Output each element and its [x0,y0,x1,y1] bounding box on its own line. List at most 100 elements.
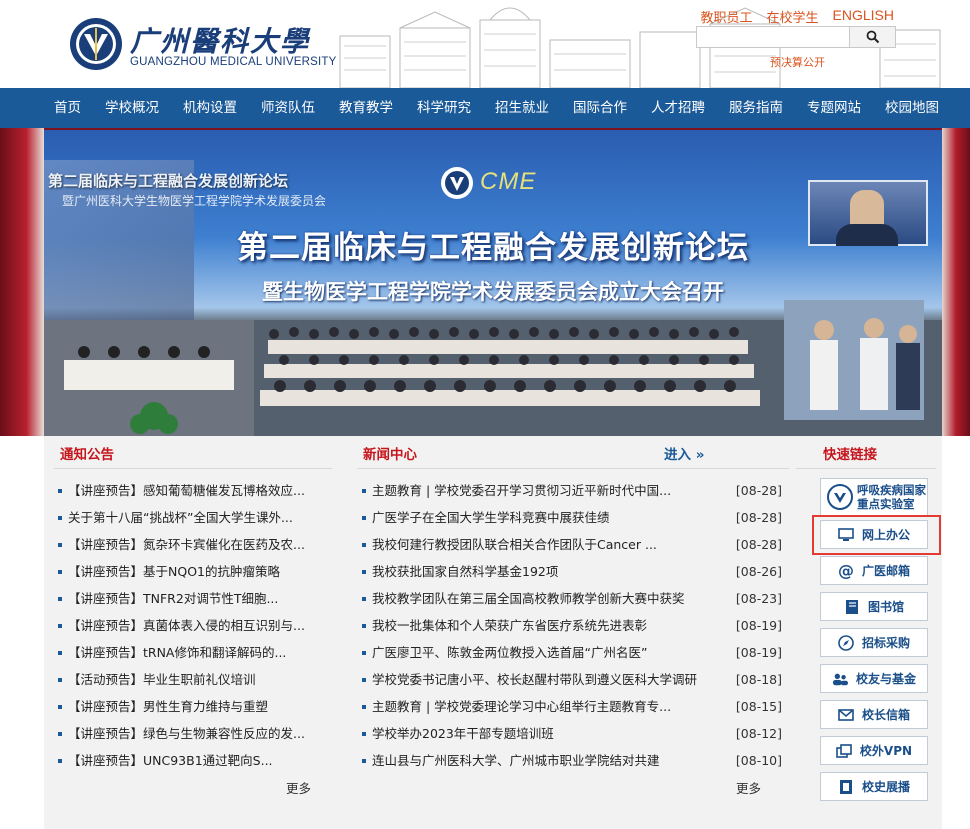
budget-disclosure-link[interactable]: 预决算公开 [770,54,825,70]
list-item[interactable]: 我校获批国家自然科学基金192项 [08-26] [362,558,782,585]
lab-label-line2: 重点实验室 [857,497,915,511]
at-icon: @ [837,561,854,580]
quick-link-respiratory-lab[interactable]: 呼吸疾病国家 重点实验室 [820,478,928,516]
quick-link-procurement[interactable]: 招标采购 [820,628,928,657]
bullet-icon [58,732,62,736]
bullet-icon [58,489,62,493]
bullet-icon [58,516,62,520]
list-item[interactable]: 我校教学团队在第三届全国高校教师教学创新大赛中获奖 [08-23] [362,585,782,612]
nav-admissions[interactable]: 招生就业 [483,88,561,128]
bullet-icon [362,543,366,547]
quick-links-title: 快速链接 [823,447,877,463]
nav-research[interactable]: 科学研究 [405,88,483,128]
quick-link-library[interactable]: 图书馆 [820,592,928,621]
quick-link-president-mailbox[interactable]: 校长信箱 [820,700,928,729]
banner-title: 第二届临床与工程融合发展创新论坛 [237,230,749,266]
list-item[interactable]: 关于第十八届“挑战杯”全国大学生课外... [58,504,320,531]
nav-special-sites[interactable]: 专题网站 [795,88,873,128]
bullet-icon [58,624,62,628]
notice-divider [54,468,332,469]
list-item[interactable]: 【讲座预告】tRNA修饰和翻译解码的... [58,639,320,666]
news-enter-link[interactable]: 进入 » [664,443,704,463]
bullet-icon [362,516,366,520]
bullet-icon [362,678,366,682]
list-item[interactable]: 【讲座预告】感知葡萄糖催发瓦博格效应... [58,477,320,504]
banner-slide[interactable]: 第二届临床与工程融合发展创新论坛 暨广州医科大学生物医学工程学院学术发展委员会 … [44,130,942,436]
nav-service-guide[interactable]: 服务指南 [717,88,795,128]
list-item[interactable]: 学校举办2023年干部专题培训班 [08-12] [362,720,782,747]
bullet-icon [58,759,62,763]
nav-international[interactable]: 国际合作 [561,88,639,128]
nav-recruitment[interactable]: 人才招聘 [639,88,717,128]
compass-icon [838,634,854,651]
notice-title: 通知公告 [60,447,114,463]
list-item[interactable]: 主题教育 | 学校党委理论学习中心组举行主题教育专... [08-15] [362,693,782,720]
book-icon [844,599,860,615]
list-item[interactable]: 广医廖卫平、陈敦金两位教授入选首届“广州名医” [08-19] [362,639,782,666]
news-title: 新闻中心 [363,447,417,463]
search-icon [866,30,879,44]
university-seal-icon [70,18,122,70]
people-icon [832,671,848,687]
list-item[interactable]: 【讲座预告】TNFR2对调节性T细胞... [58,585,320,612]
banner-side-left [0,128,44,436]
quick-link-history[interactable]: 校史展播 [820,772,928,801]
banner-award-photo [784,300,924,420]
banner-university-seal-icon [441,167,473,199]
mail-icon [838,707,854,723]
banner-inset-caption: 第二届临床与工程融合发展创新论坛 [48,172,289,190]
search-input[interactable] [696,26,850,48]
quick-links-divider [796,468,936,469]
top-links: 教职员工 在校学生 ENGLISH [701,7,895,26]
bullet-icon [362,597,366,601]
bullet-icon [362,489,366,493]
list-item[interactable]: 【讲座预告】氮杂环卡宾催化在医药及农... [58,531,320,558]
bullet-icon [58,678,62,682]
nav-home[interactable]: 首页 [42,88,93,128]
bullet-icon [58,651,62,655]
list-item[interactable]: 广医学子在全国大学生学科竞赛中展获佳绩 [08-28] [362,504,782,531]
bullet-icon [362,570,366,574]
banner-side-right [942,128,970,436]
site-header: 广州醫科大學 GUANGZHOU MEDICAL UNIVERSITY 教职员工… [0,0,970,88]
notice-more-link[interactable]: 更多 [286,778,311,797]
list-item[interactable]: 【讲座预告】男性生育力维持与重塑 [58,693,320,720]
list-item[interactable]: 【讲座预告】基于NQO1的抗肿瘤策略 [58,558,320,585]
list-item[interactable]: 我校何建行教授团队联合相关合作团队于Cancer ... [08-28] [362,531,782,558]
list-item[interactable]: 主题教育 | 学校党委召开学习贯彻习近平新时代中国... [08-28] [362,477,782,504]
link-students[interactable]: 在校学生 [767,7,819,26]
list-item[interactable]: 【讲座预告】真菌体表入侵的相互识别与... [58,612,320,639]
news-more-link[interactable]: 更多 [736,778,761,797]
list-item[interactable]: 【讲座预告】绿色与生物兼容性反应的发... [58,720,320,747]
bullet-icon [58,543,62,547]
nav-departments[interactable]: 机构设置 [171,88,249,128]
list-item[interactable]: 我校一批集体和个人荣获广东省医疗系统先进表彰 [08-19] [362,612,782,639]
banner-cme-brand: CME [480,168,537,195]
link-english[interactable]: ENGLISH [833,7,894,26]
list-item[interactable]: 学校党委书记唐小平、校长赵醒村带队到遵义医科大学调研 [08-18] [362,666,782,693]
nav-campus-map[interactable]: 校园地图 [873,88,951,128]
nav-education[interactable]: 教育教学 [327,88,405,128]
bullet-icon [58,705,62,709]
quick-link-vpn[interactable]: 校外VPN [820,736,928,765]
notice-list: 【讲座预告】感知葡萄糖催发瓦博格效应... 关于第十八届“挑战杯”全国大学生课外… [58,477,320,774]
list-item[interactable]: 【活动预告】毕业生职前礼仪培训 [58,666,320,693]
bullet-icon [362,759,366,763]
nav-faculty[interactable]: 师资队伍 [249,88,327,128]
bullet-icon [58,597,62,601]
list-item[interactable]: 连山县与广州医科大学、广州城市职业学院结对共建 [08-10] [362,747,782,774]
main-nav: 首页 学校概况 机构设置 师资队伍 教育教学 科学研究 招生就业 国际合作 人才… [0,88,970,128]
highlight-box [812,515,941,555]
quick-link-alumni-fund[interactable]: 校友与基金 [820,664,928,693]
nav-about[interactable]: 学校概况 [93,88,171,128]
banner-inset-subcaption: 暨广州医科大学生物医学工程学院学术发展委员会 [62,194,327,208]
logo-chinese-name: 广州醫科大學 [130,25,311,58]
bullet-icon [362,732,366,736]
university-logo[interactable]: 广州醫科大學 GUANGZHOU MEDICAL UNIVERSITY [68,16,336,76]
search-button[interactable] [850,26,896,48]
bullet-icon [58,570,62,574]
link-staff[interactable]: 教职员工 [701,7,753,26]
list-item[interactable]: 【讲座预告】UNC93B1通过靶向S... [58,747,320,774]
lab-logo-icon [827,484,853,510]
quick-link-email[interactable]: @ 广医邮箱 [820,556,928,585]
